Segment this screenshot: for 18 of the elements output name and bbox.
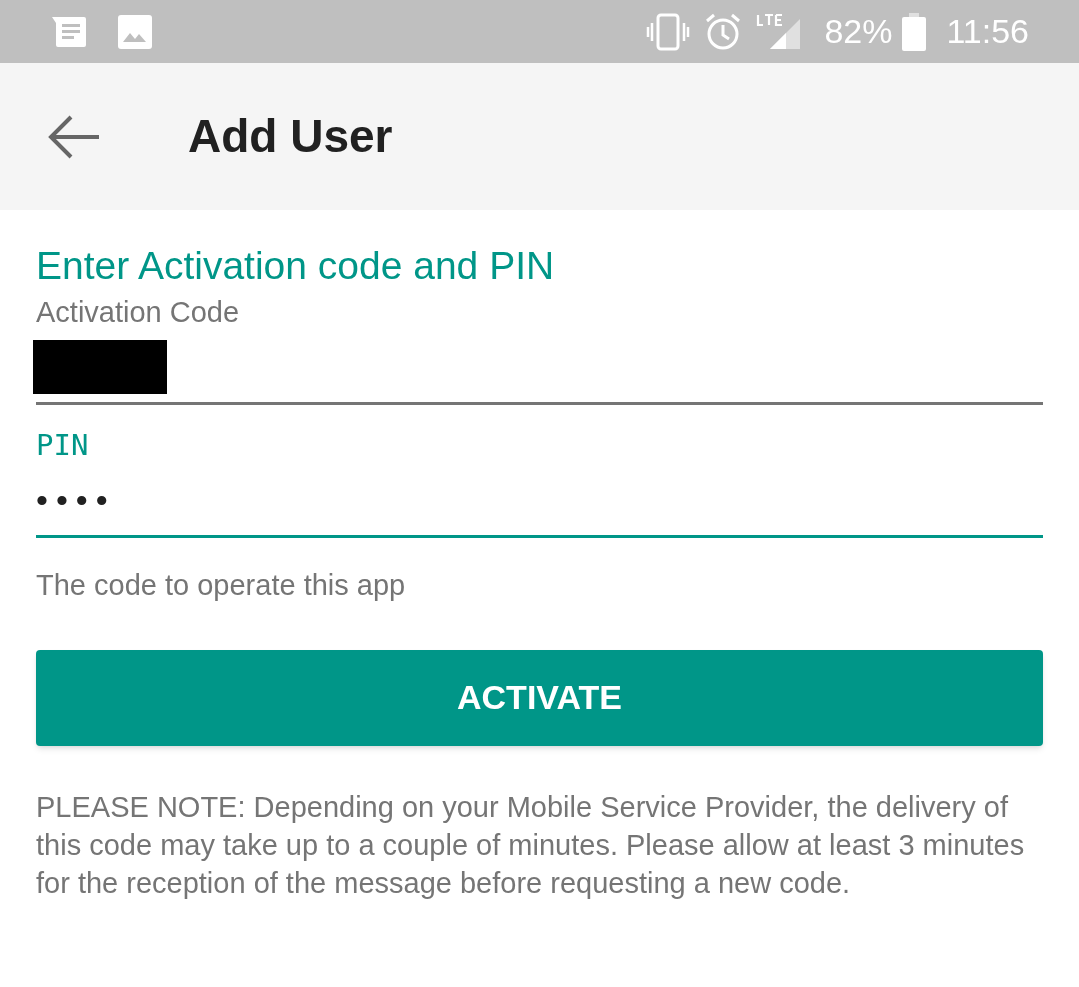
form-heading: Enter Activation code and PIN (36, 243, 556, 289)
vibrate-icon (646, 12, 691, 51)
text-field[interactable]: Activation Code (36, 292, 1043, 405)
activate-button[interactable]: ACTIVATE (36, 649, 1043, 746)
battery-percent: 82% (824, 11, 893, 52)
field-label: Activation Code (36, 295, 241, 330)
pin-value: •••• (36, 479, 116, 521)
clock: 11:56 (946, 11, 1029, 52)
helper-text: The code to operate this app (36, 568, 407, 603)
lte-signal-icon (756, 12, 803, 51)
battery-icon (902, 12, 927, 51)
text-field[interactable]: PIN •••• (36, 425, 1043, 538)
image-icon (118, 14, 152, 49)
note-text: PLEASE NOTE: Depending on your Mobile Service Provider, the delivery of this code may take up to a couple of minutes. Please allow at least 3 minutes for the reception of the message before requesting a new code. (36, 789, 1026, 901)
message-icon (50, 14, 88, 49)
field-label: PIN (36, 427, 90, 464)
screen-title: Add User (188, 109, 393, 164)
alarm-icon (704, 12, 743, 51)
